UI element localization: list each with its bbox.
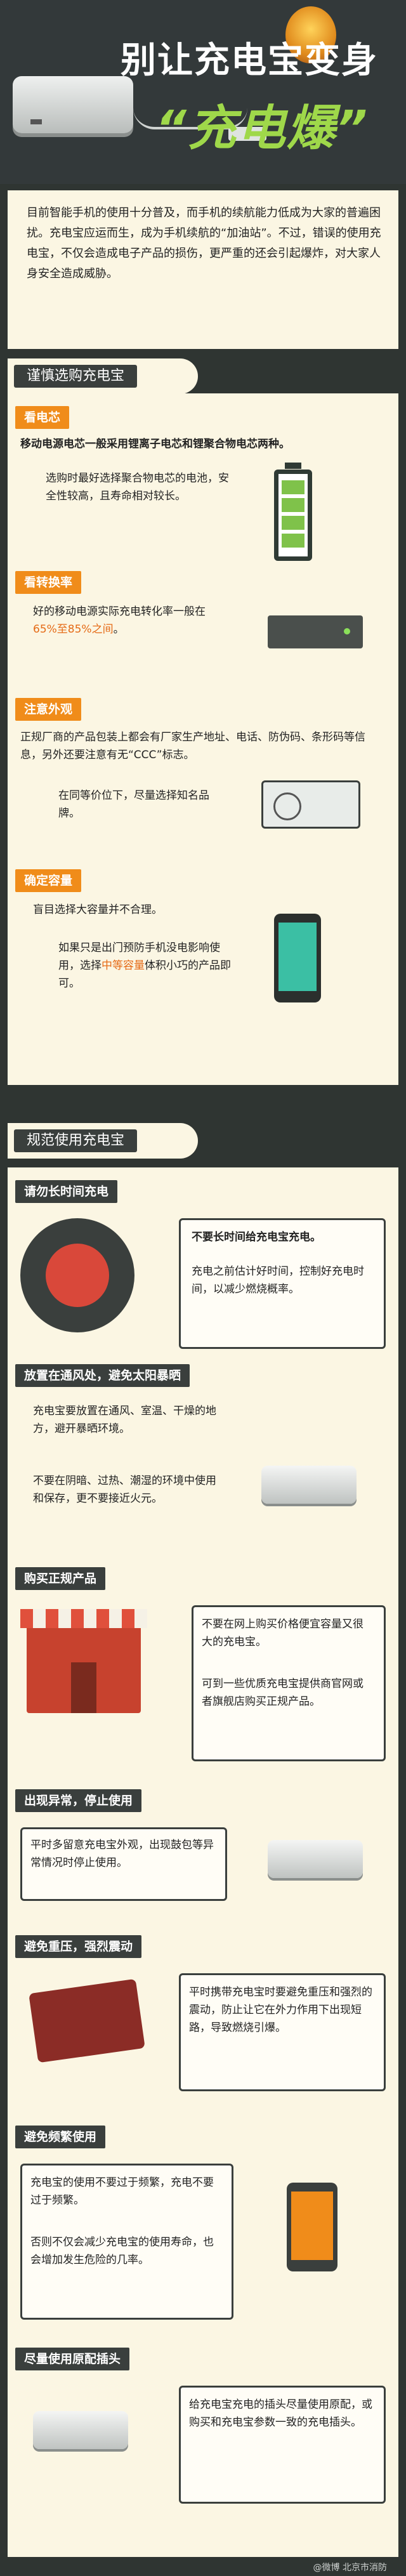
section-1-title: 谨慎选购充电宝 — [14, 365, 138, 388]
power-bank-device-icon — [268, 615, 363, 648]
usage-tag-7: 尽量使用原配插头 — [15, 2348, 130, 2370]
usage-text-6b: 否则不仅会减少充电宝的使用寿命，也会增加发生危险的几率。 — [30, 2236, 214, 2266]
capacity-text-1: 盲目选择大容量并不合理。 — [33, 904, 162, 916]
usage-text-3a: 不要在网上购买价格便宜容量又很大的充电宝。 — [202, 1618, 363, 1648]
efficiency-tag: 看转换率 — [15, 571, 82, 594]
infographic: 别让充电宝变身 “充电爆” 目前智能手机的使用十分普及，而手机的续航能力低成为大… — [0, 0, 406, 2576]
swollen-power-bank-icon — [268, 1840, 363, 1878]
cell-tag: 看电芯 — [15, 406, 70, 429]
efficiency-text: 好的移动电源实际充电转化率一般在 65%至85%之间。 — [33, 603, 223, 638]
usage-tag-2: 放置在通风处，避免太阳暴晒 — [15, 1364, 190, 1387]
watermark: @微博 北京市消防 — [313, 2563, 387, 2573]
title-line-2: “充电爆” — [155, 100, 369, 156]
section-1-panel: 看电芯 移动电源电芯一般采用锂离子电芯和锂聚合物电芯两种。 选购时最好选择聚合物… — [8, 393, 398, 1085]
battery-icon — [274, 463, 312, 561]
usage-tag-4: 出现异常，停止使用 — [15, 1789, 142, 1812]
cell-text-2: 选购时最好选择聚合物电芯的电池，安全性较高，且寿命相对较长。 — [46, 472, 229, 503]
appearance-text: 正规厂商的产品包装上都会有厂家生产地址、电话、防伪码、条形码等信息，另外还要注意… — [20, 731, 365, 761]
power-bank-image — [13, 76, 133, 133]
usage-tag-6: 避免频繁使用 — [15, 2126, 106, 2148]
usage-tag-3: 购买正规产品 — [15, 1567, 106, 1590]
efficiency-highlight: 65%至85%之间 — [33, 623, 114, 636]
appearance-tag: 注意外观 — [15, 698, 82, 721]
usage-text-5a: 平时携带充电宝时要避免重压和强烈的震动，防止让它在外力作用下出现短路，导致燃烧引… — [189, 1986, 372, 2034]
appearance-text-2: 在同等价位下，尽量选择知名品牌。 — [58, 789, 209, 820]
section-2-panel: 请勿长时间充电 不要长时间给充电宝充电。 充电之前估计好时间，控制好充电时间，以… — [8, 1167, 398, 2557]
efficiency-text-after: 。 — [113, 623, 124, 636]
capacity-text-2: 如果只是出门预防手机没电影响使用，选择中等容量体积小巧的产品即可。 — [58, 939, 236, 992]
crushed-power-bank-icon — [29, 1978, 145, 2063]
usage-text-6a: 充电宝的使用不要过于频繁，充电不要过于频繁。 — [30, 2176, 214, 2207]
usage-tag-1: 请勿长时间充电 — [15, 1180, 118, 1203]
capacity-tag: 确定容量 — [15, 869, 82, 892]
header: 别让充电宝变身 “充电爆” — [0, 0, 406, 184]
power-bank-icon-2 — [261, 1466, 357, 1504]
intro-text: 目前智能手机的使用十分普及，而手机的续航能力低成为大家的普遍困扰。充电宝应运而生… — [27, 206, 381, 280]
phone-icon — [274, 914, 321, 1002]
usage-text-2b: 不要在阴暗、过热、潮湿的环境中使用和保存，更不要接近火元。 — [33, 1475, 216, 1505]
efficiency-text-before: 好的移动电源实际充电转化率一般在 — [33, 605, 206, 618]
cell-text-1: 移动电源电芯一般采用锂离子电芯和锂聚合物电芯两种。 — [20, 438, 290, 450]
usage-text-1a: 不要长时间给充电宝充电。 — [192, 1231, 321, 1244]
usage-text-1b: 充电之前估计好时间，控制好充电时间，以减少燃烧概率。 — [192, 1265, 364, 1296]
phone-with-power-bank-icon — [287, 2183, 337, 2271]
usage-text-3b: 可到一些优质充电宝提供商官网或者旗舰店购买正规产品。 — [202, 1678, 363, 1708]
usage-text-7a: 给充电宝充电的插头尽量使用原配，或购买和充电宝参数一致的充电插头。 — [189, 2398, 372, 2429]
capacity-highlight: 中等容量 — [102, 959, 145, 972]
shop-icon — [20, 1609, 147, 1713]
usage-tag-5: 避免重压，强烈震动 — [15, 1935, 142, 1958]
usage-text-2a: 充电宝要放置在通风、室温、干燥的地方，避开暴晒环境。 — [33, 1405, 216, 1435]
section-2-title: 规范使用充电宝 — [14, 1129, 138, 1152]
ccc-label-icon — [261, 780, 360, 829]
intro-panel: 目前智能手机的使用十分普及，而手机的续航能力低成为大家的普遍困扰。充电宝应运而生… — [8, 190, 398, 349]
section-1-label: 谨慎选购充电宝 — [8, 358, 198, 394]
alarm-clock-icon — [20, 1218, 134, 1332]
power-bank-with-plug-icon — [33, 2411, 128, 2449]
title-line-1: 别让充电宝变身 — [121, 40, 378, 81]
usage-text-4a: 平时多留意充电宝外观，出现鼓包等异常情况时停止使用。 — [30, 1839, 214, 1869]
section-2-label: 规范使用充电宝 — [8, 1123, 198, 1159]
